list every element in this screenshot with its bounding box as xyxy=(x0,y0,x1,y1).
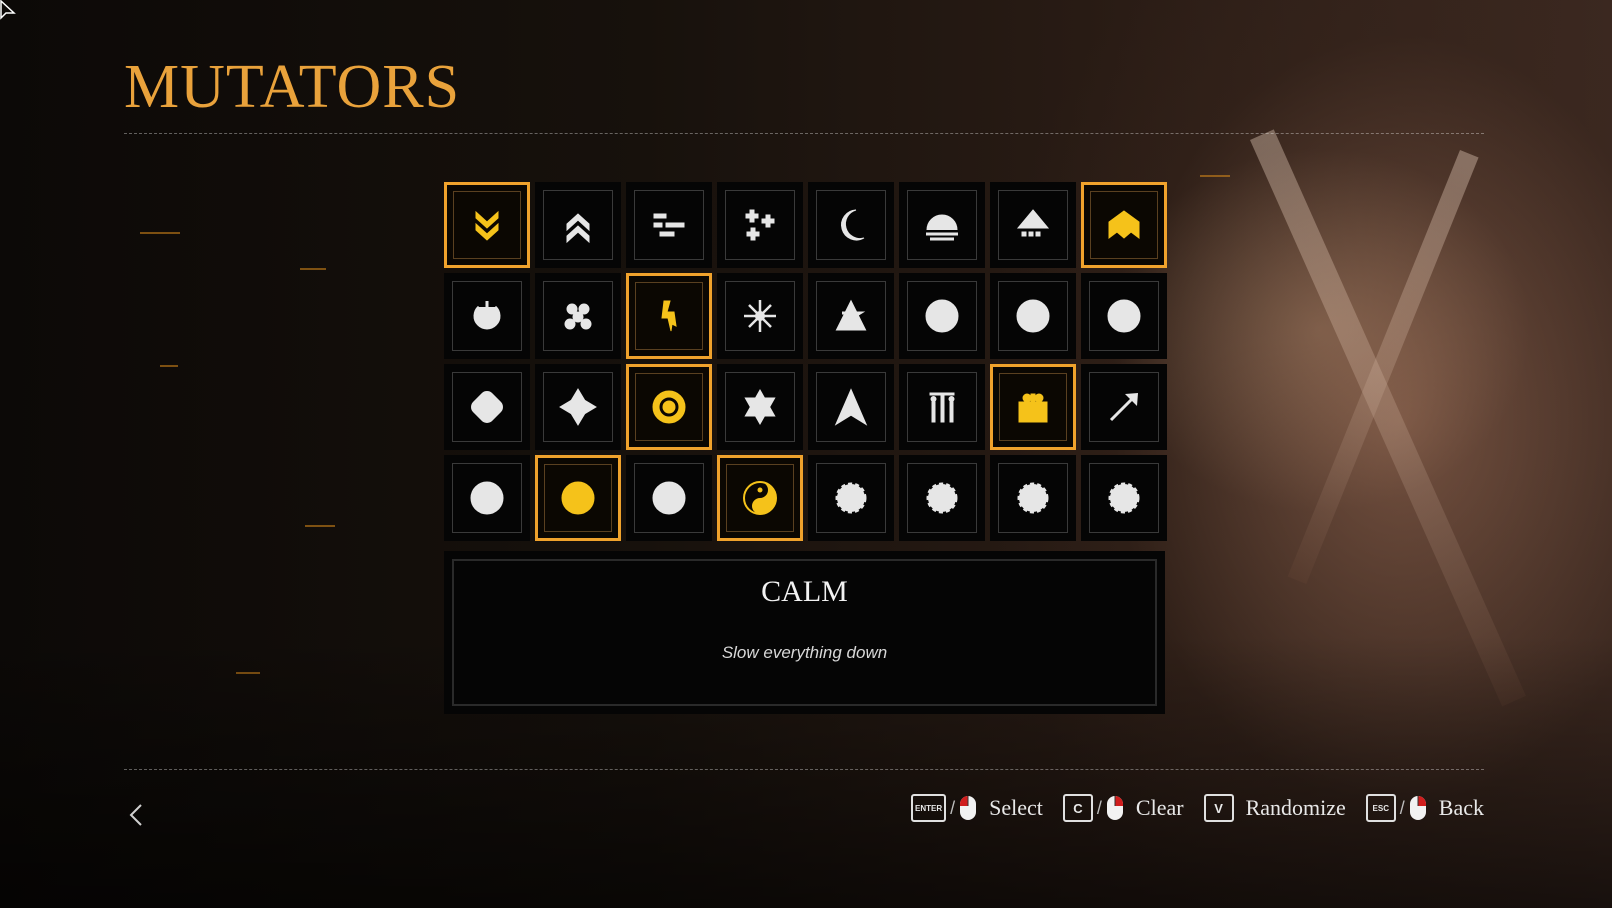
arrowhead-icon xyxy=(834,388,868,426)
chevrons-up-icon xyxy=(566,213,590,244)
back-label: Back xyxy=(1438,795,1484,820)
mutator-tile[interactable] xyxy=(899,455,985,541)
v-key-icon: V xyxy=(1203,794,1234,822)
mutator-tile[interactable] xyxy=(535,182,621,268)
circle-no-dodge-icon xyxy=(1016,299,1050,333)
control-hints: ENTER / Select C / Clear V Randomize ESC… xyxy=(891,790,1484,826)
mutator-description-panel: CALM Slow everything down xyxy=(444,551,1165,714)
sad-face-icon xyxy=(652,481,686,515)
mutator-tile[interactable] xyxy=(535,455,621,541)
slash: / xyxy=(1399,797,1405,818)
triangle-zigzag-icon xyxy=(835,299,867,331)
mutator-tile[interactable] xyxy=(1081,455,1167,541)
mutator-tile[interactable] xyxy=(444,273,530,359)
gear-lines-icon xyxy=(926,482,958,514)
dots-cluster-icon xyxy=(564,303,592,330)
yin-yang-icon xyxy=(743,481,777,515)
arrow-icon xyxy=(1109,393,1138,422)
mutator-tile[interactable] xyxy=(899,182,985,268)
happy-face-icon xyxy=(470,481,504,515)
star-of-david-icon xyxy=(744,388,776,426)
divider xyxy=(124,769,1484,770)
mutator-tile[interactable] xyxy=(444,364,530,450)
crescent-moon-icon xyxy=(841,209,865,241)
mutator-tile[interactable] xyxy=(808,182,894,268)
power-icon xyxy=(473,301,501,330)
mutator-name: CALM xyxy=(761,575,848,608)
circle-no-ability-icon xyxy=(1107,299,1141,333)
mutator-description: Slow everything down xyxy=(721,643,888,662)
mutator-tile[interactable] xyxy=(717,182,803,268)
sunrise-icon xyxy=(926,214,958,241)
mutator-tile[interactable] xyxy=(626,273,712,359)
mouse-right-click-icon xyxy=(1409,796,1426,820)
flower-badge-icon xyxy=(652,390,686,424)
mutator-tile[interactable] xyxy=(626,364,712,450)
mutator-tile[interactable] xyxy=(899,273,985,359)
mutator-tile[interactable] xyxy=(899,364,985,450)
pillars-icon xyxy=(929,392,955,423)
divider xyxy=(124,133,1484,134)
gear-ring-icon xyxy=(1017,482,1049,514)
mutator-tile[interactable] xyxy=(1081,182,1167,268)
back-arrow-icon[interactable] xyxy=(124,800,148,830)
select-hint[interactable]: ENTER / Select xyxy=(911,794,1043,822)
clear-hint[interactable]: C / Clear xyxy=(1062,794,1184,822)
mutator-tile[interactable] xyxy=(1081,273,1167,359)
mutator-tile[interactable] xyxy=(717,364,803,450)
mutator-tile[interactable] xyxy=(990,182,1076,268)
randomize-hint[interactable]: V Randomize xyxy=(1203,794,1346,822)
house-dotted-icon xyxy=(1016,209,1050,237)
mutator-tile[interactable] xyxy=(717,273,803,359)
mutator-grid xyxy=(444,182,1167,541)
burst-icon xyxy=(744,300,776,332)
slash: / xyxy=(950,797,956,818)
mutator-tile[interactable] xyxy=(808,364,894,450)
mouse-left-click-icon xyxy=(960,796,977,820)
gear-star-icon xyxy=(835,482,867,514)
chevrons-down-icon xyxy=(475,210,499,241)
enter-key-icon: ENTER xyxy=(911,794,947,822)
mutator-tile[interactable] xyxy=(444,182,530,268)
star-square-icon xyxy=(559,388,597,426)
mutator-tile[interactable] xyxy=(808,455,894,541)
lightning-icon xyxy=(661,300,677,332)
mutator-tile[interactable] xyxy=(990,364,1076,450)
mutator-tile[interactable] xyxy=(990,273,1076,359)
mutator-tile[interactable] xyxy=(717,455,803,541)
circle-cross-icon xyxy=(925,299,959,333)
mutator-tile[interactable] xyxy=(626,455,712,541)
mutator-tile[interactable] xyxy=(990,455,1076,541)
mutator-tile[interactable] xyxy=(535,364,621,450)
esc-key-icon: ESC xyxy=(1365,794,1396,822)
randomize-label: Randomize xyxy=(1245,795,1346,820)
mutator-tile[interactable] xyxy=(808,273,894,359)
select-label: Select xyxy=(989,795,1043,820)
gear-x-icon xyxy=(1108,482,1140,514)
back-hint[interactable]: ESC / Back xyxy=(1365,794,1484,822)
rounded-square-icon xyxy=(471,391,503,423)
clear-label: Clear xyxy=(1135,795,1184,820)
mouse-right-click-icon xyxy=(1106,796,1123,820)
house-solid-icon xyxy=(1108,210,1140,239)
c-key-icon: C xyxy=(1062,794,1093,822)
mouse-cursor-icon xyxy=(0,0,16,20)
page-title: MUTATORS xyxy=(124,53,461,121)
gift-icon xyxy=(1018,393,1048,423)
surprised-face-icon xyxy=(561,481,595,515)
mutator-tile[interactable] xyxy=(626,182,712,268)
crosses-icon xyxy=(745,209,775,241)
mutator-tile[interactable] xyxy=(444,455,530,541)
slash: / xyxy=(1096,797,1102,818)
mutator-tile[interactable] xyxy=(1081,364,1167,450)
dashes-icon xyxy=(653,213,685,237)
mutator-tile[interactable] xyxy=(535,273,621,359)
